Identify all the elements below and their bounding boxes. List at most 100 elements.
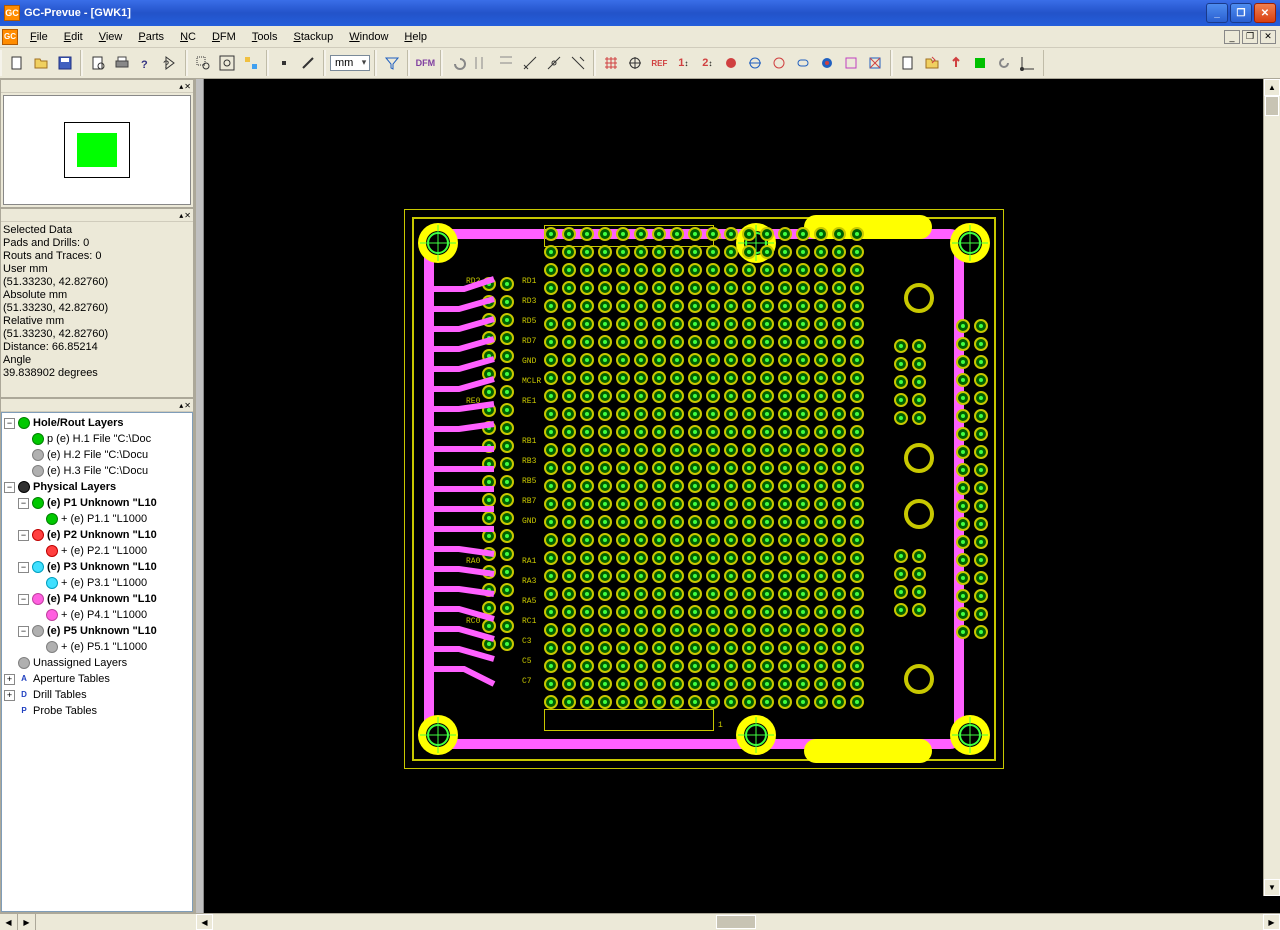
layer-icon [46,577,58,589]
align-1-button[interactable] [471,52,493,74]
print-preview-button[interactable] [87,52,109,74]
app-icon: GC [4,5,20,21]
redraw-button[interactable] [240,52,262,74]
scroll-left-arrow[interactable]: ◀ [196,914,213,930]
show-ring-button[interactable] [816,52,838,74]
about-button[interactable]: ? [159,52,181,74]
mount-hole [734,713,778,757]
menu-edit[interactable]: Edit [56,29,91,45]
scroll-down-arrow[interactable]: ▼ [1264,879,1280,896]
menu-tools[interactable]: Tools [244,29,286,45]
sidebar: ▴✕ ▴✕ Selected Data Pads and Drills: 0 R… [0,79,196,913]
dfm-button[interactable]: DFM [414,52,436,74]
tree-toggle[interactable]: − [18,594,29,605]
pad-grid-right [956,319,988,643]
panel-up-icon[interactable]: ▴ [179,82,183,91]
measure-1-button[interactable] [519,52,541,74]
refresh-button[interactable] [993,52,1015,74]
maximize-button[interactable]: ❐ [1230,3,1252,23]
new-doc-button[interactable] [897,52,919,74]
measure-3-button[interactable] [567,52,589,74]
open-button[interactable] [30,52,52,74]
line-mode-button[interactable] [297,52,319,74]
layer-2-button[interactable]: 2↕ [696,52,718,74]
panel-close-icon[interactable]: ✕ [184,82,191,91]
pad-grid-small [894,549,926,621]
scroll-right-arrow[interactable]: ▶ [1263,914,1280,930]
tree-toggle[interactable]: − [4,482,15,493]
layer-icon [32,465,44,477]
show-via-button[interactable] [840,52,862,74]
export-button[interactable] [921,52,943,74]
show-pads-button[interactable] [720,52,742,74]
layer-icon [32,561,44,573]
tree-toggle[interactable]: − [18,530,29,541]
info-abs-coord: (51.33230, 42.82760) [3,302,191,315]
menu-parts[interactable]: Parts [130,29,172,45]
tab-next[interactable]: ▶ [18,914,36,930]
info-pads: Pads and Drills: 0 [3,237,191,250]
info-dist: Distance: 66.85214 [3,341,191,354]
units-dropdown[interactable]: mm [330,55,370,71]
show-outline-button[interactable] [744,52,766,74]
datum-button[interactable] [1017,52,1039,74]
save-button[interactable] [54,52,76,74]
mdi-minimize[interactable]: _ [1224,30,1240,44]
scroll-up-arrow[interactable]: ▲ [1264,79,1280,96]
print-button[interactable] [111,52,133,74]
zoom-fit-button[interactable] [216,52,238,74]
scroll-thumb[interactable] [716,915,756,929]
panel-close-icon[interactable]: ✕ [184,211,191,220]
scroll-thumb[interactable] [1265,96,1279,116]
tree-toggle[interactable]: − [4,418,15,429]
new-button[interactable] [6,52,28,74]
minimize-button[interactable]: _ [1206,3,1228,23]
mdi-restore[interactable]: ❐ [1242,30,1258,44]
tree-toggle[interactable]: − [18,626,29,637]
menu-dfm[interactable]: DFM [204,29,244,45]
point-mode-button[interactable] [273,52,295,74]
tree-toggle[interactable]: − [18,562,29,573]
title-bar: GC GC-Prevue - [GWK1] _ ❐ ✕ [0,0,1280,26]
panel-up-icon[interactable]: ▴ [179,401,183,410]
menu-view[interactable]: View [91,29,131,45]
origin-button[interactable] [624,52,646,74]
show-drill-button[interactable] [768,52,790,74]
help-button[interactable]: ? [135,52,157,74]
run-button[interactable] [969,52,991,74]
import-button[interactable] [945,52,967,74]
layer-icon [32,593,44,605]
viewport[interactable]: 1 1 RD1RD3RD5RD7GNDMCLRRE1RB1RB3RB5RB7GN… [196,79,1280,913]
grid-button[interactable] [600,52,622,74]
layers-tree[interactable]: −Hole/Rout Layers p (e) H.1 File "C:\Doc… [1,412,193,912]
menu-stackup[interactable]: Stackup [286,29,342,45]
show-slot-button[interactable] [792,52,814,74]
menu-file[interactable]: File [22,29,56,45]
menu-window[interactable]: Window [341,29,396,45]
horizontal-scrollbar[interactable]: ◀ ▶ [196,913,1280,930]
layers-panel: ▴✕ −Hole/Rout Layers p (e) H.1 File "C:\… [0,398,194,913]
aperture-icon: A [18,673,30,685]
filter-button[interactable] [381,52,403,74]
mdi-close[interactable]: ✕ [1260,30,1276,44]
tab-prev[interactable]: ◀ [0,914,18,930]
undo-button[interactable] [447,52,469,74]
tree-toggle[interactable]: − [18,498,29,509]
layer-1-button[interactable]: 1↕ [672,52,694,74]
measure-2-button[interactable] [543,52,565,74]
tree-toggle[interactable]: + [4,690,15,701]
target-ring [904,499,934,529]
canvas[interactable]: 1 1 RD1RD3RD5RD7GNDMCLRRE1RB1RB3RB5RB7GN… [204,79,1263,896]
zoom-area-button[interactable] [192,52,214,74]
vertical-scrollbar[interactable]: ▲ ▼ [1263,79,1280,896]
ref-button[interactable]: REF [648,52,670,74]
close-button[interactable]: ✕ [1254,3,1276,23]
tree-toggle[interactable]: + [4,674,15,685]
show-target-button[interactable] [864,52,886,74]
panel-close-icon[interactable]: ✕ [184,401,191,410]
panel-up-icon[interactable]: ▴ [179,211,183,220]
menu-nc[interactable]: NC [172,29,204,45]
preview-thumbnail[interactable] [3,95,191,205]
align-2-button[interactable] [495,52,517,74]
menu-help[interactable]: Help [396,29,435,45]
